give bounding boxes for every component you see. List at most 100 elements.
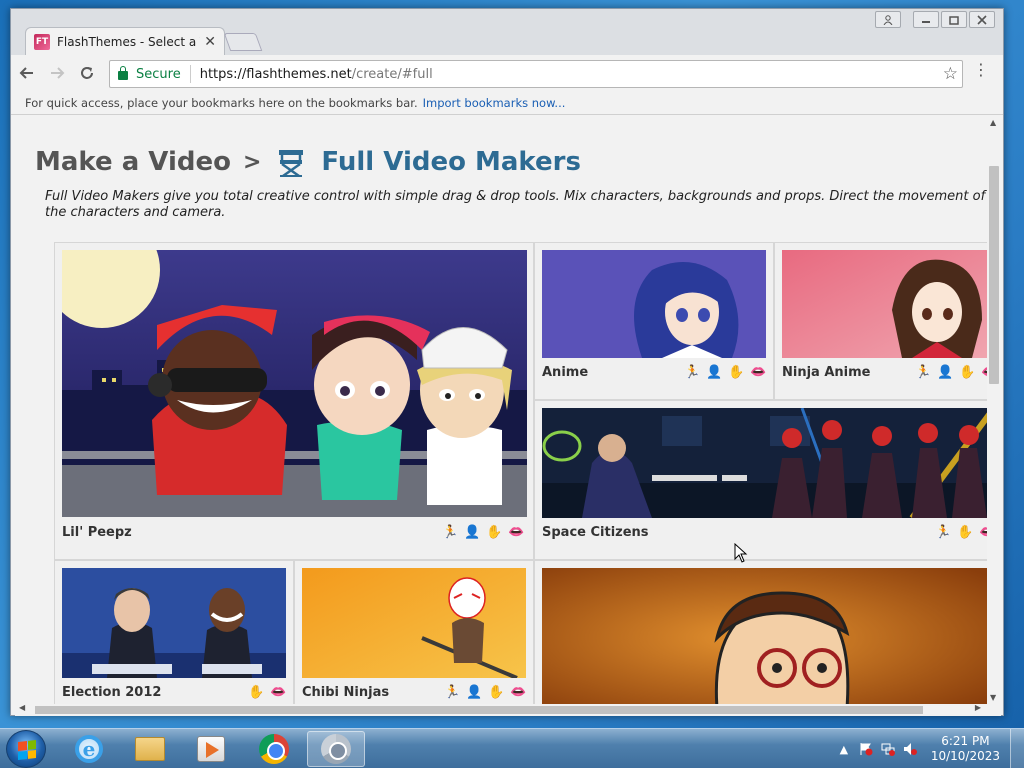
vertical-scroll-thumb[interactable] [989, 166, 999, 384]
feature-icons: 🏃👤✋👄 [684, 365, 767, 380]
clock-date: 10/10/2023 [930, 749, 1000, 763]
flashthemes-favicon-icon: FT [34, 33, 50, 50]
space-citizens-thumbnail[interactable] [542, 408, 994, 518]
address-separator [189, 65, 191, 83]
action-icon: 🏃 [935, 525, 952, 540]
clock-time: 6:21 PM [941, 734, 990, 748]
horizontal-scroll-thumb[interactable] [35, 706, 923, 714]
feature-icons: ✋ 👄 [248, 685, 287, 700]
action-icon: 🏃 [684, 365, 701, 380]
hand-icon: ✋ [486, 525, 503, 540]
theme-card-chibi-ninjas[interactable]: Chibi Ninjas 🏃 👤 ✋ 👄 [294, 560, 534, 704]
chrome-active-button[interactable] [307, 731, 365, 767]
lipsync-icon: 👄 [508, 525, 525, 540]
lock-icon [118, 66, 128, 80]
theme-name-anime: Anime [542, 365, 589, 380]
hand-icon: ✋ [248, 685, 265, 700]
close-icon[interactable] [969, 11, 995, 28]
back-arrow-icon[interactable] [13, 59, 41, 87]
action-icon: 🏃 [442, 525, 459, 540]
ninja-anime-thumbnail[interactable] [782, 250, 994, 358]
character-icon: 👤 [706, 365, 723, 380]
internet-explorer-button[interactable]: e [60, 731, 118, 767]
theme-card-lil-peepz[interactable]: Lil' Peepz 🏃 👤 ✋ 👄 [54, 242, 534, 560]
theme-name-election-2012: Election 2012 [62, 685, 162, 700]
start-button[interactable] [6, 730, 46, 768]
tab-close-icon[interactable]: ✕ [204, 34, 216, 50]
breadcrumb-make-a-video[interactable]: Make a Video [35, 147, 231, 177]
director-chair-icon [279, 150, 304, 178]
tray-expand-icon[interactable]: ▲ [836, 742, 852, 756]
system-tray: ▲ 6:21 PM 10/10/2023 [833, 729, 1024, 768]
page-heading: Make a Video > Full Video Makers [35, 146, 581, 178]
scroll-up-icon[interactable]: ▲ [990, 118, 996, 127]
bookmarks-bar: For quick access, place your bookmarks h… [11, 91, 1003, 115]
address-bar[interactable]: Secure https://flashthemes.net/create/#f… [109, 60, 963, 88]
taskbar: e ▲ 6:21 PM 10/10/2023 [0, 728, 1024, 768]
page-viewport: Make a Video > Full Video Makers Full Vi… [15, 116, 1001, 704]
breadcrumb-separator: > [242, 149, 262, 175]
chrome-button[interactable] [245, 731, 303, 767]
theme-name-lil-peepz: Lil' Peepz [62, 525, 132, 540]
url-path: /create/#full [351, 66, 433, 82]
partial-theme-thumbnail[interactable] [542, 568, 994, 704]
chrome-active-icon [321, 734, 351, 764]
hand-icon: ✋ [957, 525, 974, 540]
theme-card-anime[interactable]: Anime 🏃 👤 ✋ 👄 [534, 242, 774, 400]
hand-icon: ✋ [488, 685, 505, 700]
theme-card-space-citizens[interactable]: Space Citizens 🏃✋👄 [534, 400, 1001, 560]
election-2012-thumbnail[interactable] [62, 568, 286, 678]
scroll-down-icon[interactable]: ▼ [990, 693, 996, 702]
anime-thumbnail[interactable] [542, 250, 766, 358]
chrome-icon [259, 734, 289, 764]
forward-arrow-icon[interactable] [43, 59, 71, 87]
action-icon: 🏃 [444, 685, 461, 700]
title-bar: FT FlashThemes - Select a Th ✕ [11, 9, 1003, 55]
action-icon: 🏃 [915, 365, 932, 380]
character-icon: 👤 [464, 525, 481, 540]
media-player-button[interactable] [182, 731, 240, 767]
hand-icon: ✋ [959, 365, 976, 380]
theme-card-ninja-anime[interactable]: Ninja Anime 🏃👤✋👄 [774, 242, 1001, 400]
import-bookmarks-link[interactable]: Import bookmarks now... [423, 96, 566, 110]
lipsync-icon: 👄 [270, 685, 287, 700]
theme-card-election-2012[interactable]: Election 2012 ✋ 👄 [54, 560, 294, 704]
scroll-right-icon[interactable]: ▶ [975, 703, 981, 712]
internet-explorer-icon: e [75, 735, 103, 763]
file-explorer-icon [135, 737, 165, 761]
file-explorer-button[interactable] [121, 731, 179, 767]
network-icon[interactable] [880, 742, 896, 756]
new-tab-button[interactable] [223, 33, 263, 51]
lipsync-icon: 👄 [750, 365, 767, 380]
action-center-flag-icon[interactable] [858, 742, 874, 756]
scroll-left-icon[interactable]: ◀ [19, 703, 25, 712]
horizontal-scrollbar[interactable]: ◀ ▶ [15, 703, 1001, 716]
character-icon: 👤 [466, 685, 483, 700]
minimize-icon[interactable] [913, 11, 939, 28]
restore-icon[interactable] [941, 11, 967, 28]
theme-name-space-citizens: Space Citizens [542, 525, 649, 540]
browser-window: FT FlashThemes - Select a Th ✕ Secure ht… [10, 8, 1004, 716]
show-desktop-button[interactable] [1010, 729, 1024, 768]
theme-grid: Lil' Peepz 🏃 👤 ✋ 👄 Anime 🏃 👤 ✋ 👄 Ninja A… [54, 242, 1001, 704]
volume-muted-icon[interactable] [902, 742, 918, 756]
browser-tab[interactable]: FT FlashThemes - Select a Th ✕ [25, 27, 225, 55]
theme-name-chibi-ninjas: Chibi Ninjas [302, 685, 390, 700]
url-host: https://flashthemes.net [199, 66, 352, 82]
browser-toolbar: Secure https://flashthemes.net/create/#f… [11, 55, 1003, 91]
theme-name-ninja-anime: Ninja Anime [782, 365, 871, 380]
chibi-ninjas-thumbnail[interactable] [302, 568, 526, 678]
reload-icon[interactable] [73, 59, 101, 87]
vertical-scrollbar[interactable]: ▲ ▼ [987, 116, 1001, 704]
windows-logo-icon [18, 740, 36, 760]
lil-peepz-thumbnail[interactable] [62, 250, 527, 517]
browser-menu-icon[interactable]: ⋮ [973, 62, 989, 78]
system-clock[interactable]: 6:21 PM 10/10/2023 [931, 734, 1000, 764]
secure-label: Secure [136, 66, 181, 82]
feature-icons: 🏃👤✋👄 [915, 365, 998, 380]
character-icon: 👤 [937, 365, 954, 380]
theme-card-partial[interactable] [534, 560, 1001, 704]
user-icon[interactable] [875, 11, 901, 28]
page-description: Full Video Makers give you total creativ… [45, 189, 986, 220]
bookmark-star-icon[interactable]: ☆ [943, 64, 958, 84]
